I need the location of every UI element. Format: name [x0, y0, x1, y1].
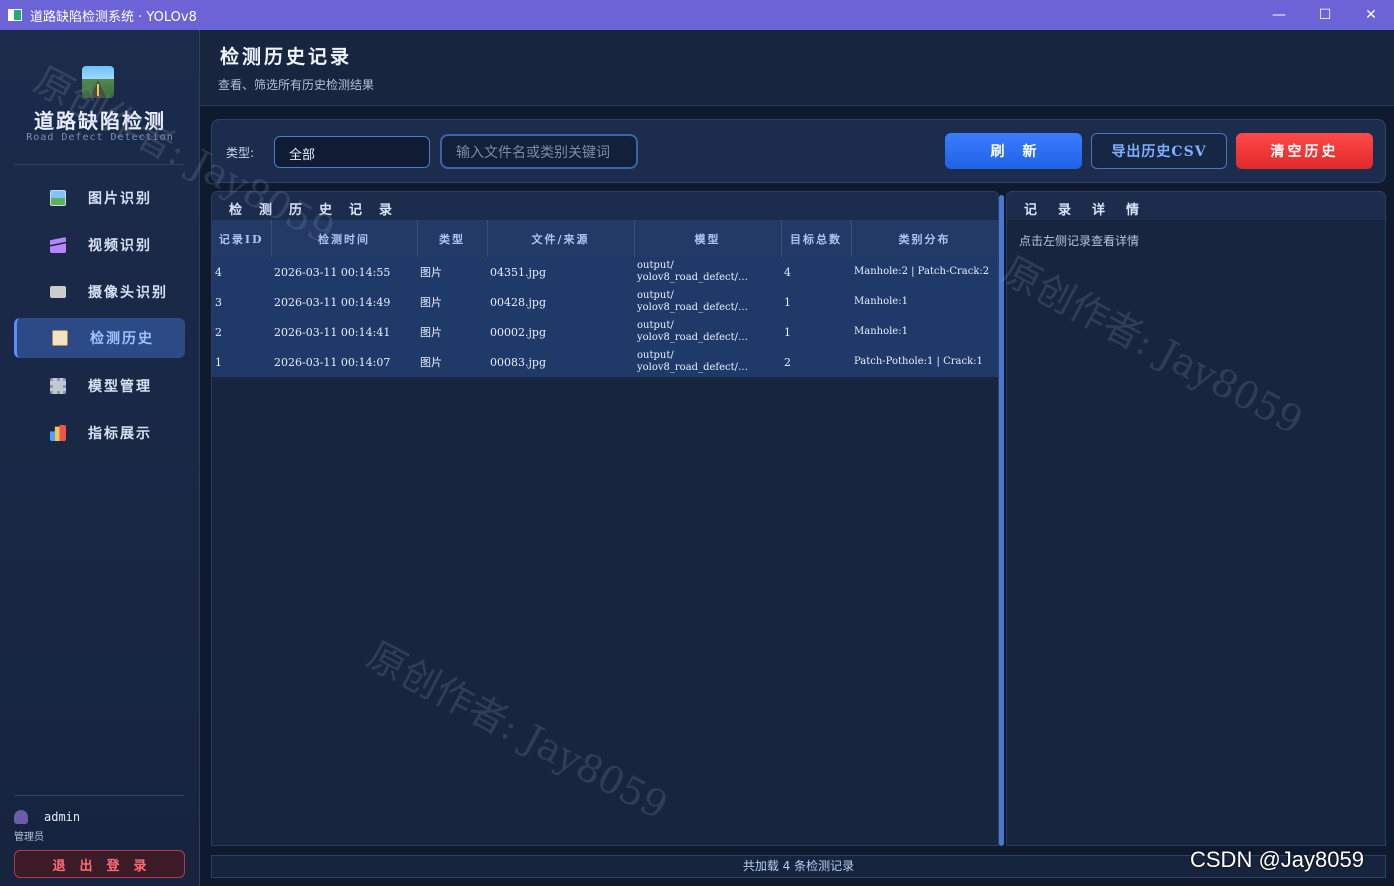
chart-icon — [50, 425, 66, 441]
sidebar-item-label: 视频识别 — [88, 238, 152, 254]
sidebar-item-label: 摄像头识别 — [88, 285, 168, 301]
cell-distribution: Manhole:2 | Patch-Crack:2 — [851, 257, 998, 287]
history-table: 记录ID 检测时间 类型 文件/来源 模型 目标总数 类别分布 4 2026-0… — [212, 220, 998, 377]
column-header[interactable]: 类型 — [417, 220, 488, 257]
cell-file: 04351.jpg — [487, 257, 634, 287]
sidebar-divider — [14, 795, 184, 796]
history-panel-title: 检测历史记录 — [212, 192, 998, 220]
cell-id: 1 — [212, 347, 271, 377]
cell-model: output/ yolov8_road_defect/… — [634, 317, 781, 347]
cell-file: 00083.jpg — [487, 347, 634, 377]
page-header: 检测历史记录 查看、筛选所有历史检测结果 — [200, 30, 1394, 106]
cell-model: output/ yolov8_road_defect/… — [634, 287, 781, 317]
maximize-button[interactable]: ☐ — [1302, 0, 1348, 30]
cell-total: 2 — [781, 347, 851, 377]
brand-subtitle: Road Defect Detection — [26, 132, 174, 143]
page-subtitle: 查看、筛选所有历史检测结果 — [218, 78, 375, 92]
column-header[interactable]: 记录ID — [212, 220, 272, 257]
cell-time: 2026-03-11 00:14:49 — [271, 287, 417, 317]
sidebar-item-label: 指标展示 — [88, 426, 152, 442]
splitter-handle[interactable] — [999, 195, 1004, 846]
filter-bar: 类型: 全部 刷新 导出历史CSV 清空历史 — [211, 119, 1386, 183]
image-icon — [50, 190, 66, 206]
sidebar-item-history[interactable]: 检测历史 — [14, 318, 185, 358]
cell-id: 2 — [212, 317, 271, 347]
cell-time: 2026-03-11 00:14:55 — [271, 257, 417, 287]
search-input[interactable] — [440, 134, 638, 169]
history-panel: 检测历史记录 记录ID 检测时间 类型 文件/来源 模型 目标总数 类别分布 4… — [211, 191, 999, 846]
gear-icon — [50, 378, 66, 394]
logout-button[interactable]: 退出登录 — [14, 850, 185, 878]
cell-type: 图片 — [417, 347, 487, 377]
sidebar-item-models[interactable]: 模型管理 — [14, 366, 185, 406]
table-header-row: 记录ID 检测时间 类型 文件/来源 模型 目标总数 类别分布 — [212, 220, 998, 257]
column-header[interactable]: 检测时间 — [271, 220, 418, 257]
sidebar-item-camera[interactable]: 摄像头识别 — [14, 272, 185, 312]
column-header[interactable]: 文件/来源 — [487, 220, 635, 257]
sidebar-item-label: 模型管理 — [88, 379, 152, 395]
export-csv-button[interactable]: 导出历史CSV — [1091, 133, 1227, 169]
cell-total: 1 — [781, 317, 851, 347]
table-row[interactable]: 4 2026-03-11 00:14:55 图片 04351.jpg outpu… — [212, 257, 998, 287]
clear-history-button[interactable]: 清空历史 — [1236, 133, 1373, 169]
sidebar-divider — [14, 164, 184, 165]
cell-file: 00428.jpg — [487, 287, 634, 317]
sidebar-item-metrics[interactable]: 指标展示 — [14, 413, 185, 453]
username: admin — [44, 810, 81, 824]
cell-total: 1 — [781, 287, 851, 317]
detail-panel-title: 记录详情 — [1007, 192, 1385, 220]
cell-id: 4 — [212, 257, 271, 287]
cell-model: output/ yolov8_road_defect/… — [634, 347, 781, 377]
column-header[interactable]: 目标总数 — [781, 220, 852, 257]
cell-distribution: Patch-Pothole:1 | Crack:1 — [851, 347, 998, 377]
cell-id: 3 — [212, 287, 271, 317]
sidebar-item-label: 图片识别 — [88, 191, 152, 207]
csdn-credit: CSDN @Jay8059 — [1190, 847, 1364, 872]
road-logo-icon — [82, 66, 114, 98]
cell-file: 00002.jpg — [487, 317, 634, 347]
cell-model: output/ yolov8_road_defect/… — [634, 257, 781, 287]
window-title: 道路缺陷检测系统 · YOLOv8 — [30, 9, 197, 25]
cell-distribution: Manhole:1 — [851, 317, 998, 347]
page-title: 检测历史记录 — [220, 46, 353, 68]
detail-panel: 记录详情 点击左侧记录查看详情 — [1006, 191, 1386, 846]
table-row[interactable]: 3 2026-03-11 00:14:49 图片 00428.jpg outpu… — [212, 287, 998, 317]
history-icon — [52, 330, 68, 346]
brand-title: 道路缺陷检测 — [34, 109, 166, 133]
cell-type: 图片 — [417, 257, 487, 287]
table-row[interactable]: 1 2026-03-11 00:14:07 图片 00083.jpg outpu… — [212, 347, 998, 377]
cell-time: 2026-03-11 00:14:41 — [271, 317, 417, 347]
table-row[interactable]: 2 2026-03-11 00:14:41 图片 00002.jpg outpu… — [212, 317, 998, 347]
camera-icon — [50, 286, 66, 298]
cell-type: 图片 — [417, 317, 487, 347]
close-button[interactable]: ✕ — [1348, 0, 1394, 30]
sidebar: 道路缺陷检测 Road Defect Detection 图片识别 视频识别 摄… — [0, 30, 200, 886]
app-icon — [8, 9, 22, 21]
column-header[interactable]: 模型 — [634, 220, 782, 257]
sidebar-item-image[interactable]: 图片识别 — [14, 178, 185, 218]
sidebar-item-label: 检测历史 — [90, 331, 154, 347]
cell-distribution: Manhole:1 — [851, 287, 998, 317]
sidebar-item-video[interactable]: 视频识别 — [14, 225, 185, 265]
detail-hint: 点击左侧记录查看详情 — [1019, 234, 1140, 248]
user-icon — [14, 810, 28, 824]
type-filter-label: 类型: — [226, 146, 255, 160]
window-titlebar: 道路缺陷检测系统 · YOLOv8 — ☐ ✕ — [0, 0, 1394, 30]
user-info: admin — [14, 810, 80, 824]
type-filter-select[interactable]: 全部 — [274, 136, 430, 168]
column-header[interactable]: 类别分布 — [851, 220, 998, 257]
cell-time: 2026-03-11 00:14:07 — [271, 347, 417, 377]
cell-total: 4 — [781, 257, 851, 287]
user-role: 管理员 — [14, 832, 44, 843]
refresh-button[interactable]: 刷新 — [945, 133, 1082, 169]
cell-type: 图片 — [417, 287, 487, 317]
minimize-button[interactable]: — — [1256, 0, 1302, 30]
video-icon — [50, 237, 66, 253]
